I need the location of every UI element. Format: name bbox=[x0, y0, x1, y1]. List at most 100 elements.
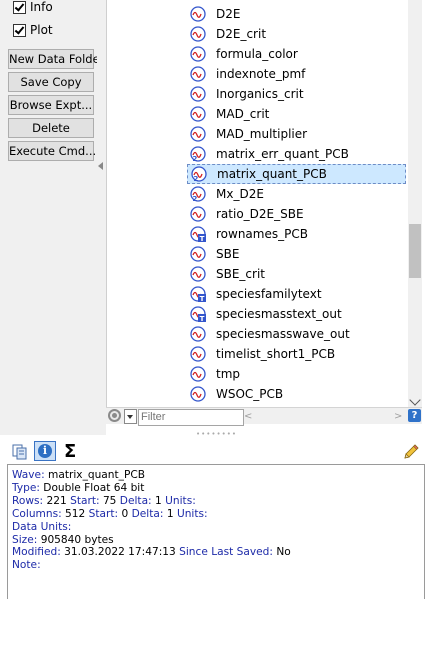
list-item-label: WSOC_PCB bbox=[216, 387, 284, 401]
info-checkbox-label: Info bbox=[30, 0, 53, 14]
gear-icon[interactable] bbox=[108, 409, 121, 422]
svg-text:2: 2 bbox=[194, 175, 199, 182]
resize-grip[interactable]: •••••••• bbox=[196, 430, 237, 438]
svg-text:T: T bbox=[200, 315, 205, 322]
wave-icon bbox=[190, 126, 206, 142]
list-item-label: tmp bbox=[216, 367, 241, 381]
scroll-down-icon[interactable] bbox=[409, 394, 421, 406]
info-line-type: Type: Double Float 64 bit bbox=[12, 481, 145, 494]
list-item-label: ratio_D2E_SBE bbox=[216, 207, 304, 221]
svg-text:T: T bbox=[200, 295, 205, 302]
vertical-scrollbar[interactable] bbox=[408, 0, 422, 407]
plot-checkbox-label: Plot bbox=[30, 23, 53, 37]
statistics-sigma-icon[interactable]: Σ bbox=[64, 441, 76, 465]
list-item-label: MAD_multiplier bbox=[216, 127, 308, 141]
list-item[interactable]: indexnote_pmf bbox=[190, 64, 305, 84]
list-item[interactable]: 2 matrix_quant_PCB bbox=[187, 164, 406, 184]
text-wave-icon: T bbox=[190, 306, 206, 323]
list-item[interactable]: Trownames_PCB bbox=[190, 224, 308, 244]
check-icon[interactable] bbox=[13, 23, 26, 37]
wave-icon bbox=[190, 6, 206, 22]
save-copy-button[interactable]: Save Copy bbox=[8, 72, 94, 92]
left-panel: Info Plot New Data Folder Save Copy Brow… bbox=[0, 0, 104, 435]
matrix-wave-icon: 2 bbox=[190, 186, 206, 203]
delete-button[interactable]: Delete bbox=[8, 118, 94, 138]
matrix-wave-icon: 2 bbox=[191, 166, 207, 183]
wave-icon bbox=[190, 46, 206, 62]
wave-icon bbox=[190, 26, 206, 42]
dropdown-arrow-icon[interactable] bbox=[124, 409, 137, 424]
help-icon[interactable]: ? bbox=[408, 409, 421, 422]
execute-cmd-button[interactable]: Execute Cmd... bbox=[8, 141, 96, 161]
list-item[interactable]: speciesmasswave_out bbox=[190, 324, 350, 344]
list-item-label: Inorganics_crit bbox=[216, 87, 304, 101]
list-item-label: speciesmasstext_out bbox=[216, 307, 342, 321]
browse-expt-button[interactable]: Browse Expt... bbox=[8, 95, 94, 115]
list-item-label: Mx_D2E bbox=[216, 187, 264, 201]
splitter[interactable] bbox=[97, 0, 106, 435]
data-browser-list[interactable]: D2E D2E_crit formula_color indexnote_pmf Ino… bbox=[106, 0, 409, 407]
wave-icon bbox=[190, 246, 206, 262]
wave-icon bbox=[190, 66, 206, 82]
list-item[interactable]: ratio_D2E_SBE bbox=[190, 204, 304, 224]
info-checkbox[interactable]: Info bbox=[13, 0, 53, 16]
wave-icon bbox=[190, 266, 206, 282]
list-item[interactable]: Tspeciesfamilytext bbox=[190, 284, 322, 304]
list-item-label: D2E bbox=[216, 7, 241, 21]
list-item[interactable]: D2E_crit bbox=[190, 24, 266, 44]
copy-icon[interactable] bbox=[12, 444, 28, 460]
list-item[interactable]: Tspeciesmasstext_out bbox=[190, 304, 342, 324]
info-line-size: Size: 905840 bytes bbox=[12, 533, 114, 546]
list-item-label: speciesfamilytext bbox=[216, 287, 322, 301]
collapse-left-icon[interactable] bbox=[98, 162, 103, 170]
text-wave-icon: T bbox=[190, 286, 206, 303]
list-item-label: rownames_PCB bbox=[216, 227, 308, 241]
list-item[interactable]: MAD_crit bbox=[190, 104, 269, 124]
info-line-wave: Wave: matrix_quant_PCB bbox=[12, 469, 146, 481]
list-footer-bar: < > ? bbox=[106, 407, 422, 426]
list-item[interactable]: 2 Mx_D2E bbox=[190, 184, 264, 204]
wave-icon bbox=[190, 206, 206, 222]
list-item[interactable]: formula_color bbox=[190, 44, 298, 64]
wave-icon bbox=[190, 106, 206, 122]
list-item-label: speciesmasswave_out bbox=[216, 327, 350, 341]
wave-icon bbox=[190, 86, 206, 102]
list-item-label: matrix_err_quant_PCB bbox=[216, 147, 349, 161]
list-item[interactable]: timelist_short1_PCB bbox=[190, 344, 335, 364]
filter-input[interactable] bbox=[138, 409, 244, 426]
scrollbar-thumb[interactable] bbox=[409, 224, 421, 278]
plot-checkbox[interactable]: Plot bbox=[13, 21, 53, 39]
list-item-label: SBE_crit bbox=[216, 267, 266, 281]
info-toggle-button[interactable]: i bbox=[34, 441, 56, 461]
scroll-right-icon[interactable]: > bbox=[394, 411, 402, 422]
new-data-folder-button[interactable]: New Data Folder bbox=[8, 49, 104, 69]
info-line-columns: Columns: 512 Start: 0 Delta: 1 Units: bbox=[12, 507, 208, 520]
svg-text:2: 2 bbox=[193, 155, 198, 162]
list-item-label: D2E_crit bbox=[216, 27, 267, 41]
scroll-left-icon[interactable]: < bbox=[244, 411, 252, 422]
list-item[interactable]: Inorganics_crit bbox=[190, 84, 304, 104]
list-item[interactable]: tmp bbox=[190, 364, 240, 384]
list-item-label: indexnote_pmf bbox=[216, 67, 306, 81]
info-icon: i bbox=[38, 444, 52, 458]
list-item-label: formula_color bbox=[216, 47, 298, 61]
list-item[interactable]: 2 matrix_err_quant_PCB bbox=[190, 144, 349, 164]
info-line-rows: Rows: 221 Start: 75 Delta: 1 Units: bbox=[12, 494, 196, 507]
wave-info-panel: Wave: matrix_quant_PCB Type: Double Floa… bbox=[7, 464, 425, 599]
list-item[interactable]: SBE bbox=[190, 244, 239, 264]
list-item[interactable]: WSOC_PCB bbox=[190, 384, 283, 404]
svg-text:T: T bbox=[200, 235, 205, 242]
list-item[interactable]: D2E bbox=[190, 4, 240, 24]
list-item-label: MAD_crit bbox=[216, 107, 270, 121]
check-icon[interactable] bbox=[13, 0, 26, 14]
info-line-data-units: Data Units: bbox=[12, 520, 72, 533]
edit-pencil-icon[interactable] bbox=[402, 443, 420, 461]
wave-icon bbox=[190, 326, 206, 342]
text-wave-icon: T bbox=[190, 226, 206, 243]
list-item-label: timelist_short1_PCB bbox=[216, 347, 336, 361]
list-item-label: SBE bbox=[216, 247, 240, 261]
list-item[interactable]: SBE_crit bbox=[190, 264, 265, 284]
list-item[interactable]: MAD_multiplier bbox=[190, 124, 307, 144]
matrix-wave-icon: 2 bbox=[190, 146, 206, 163]
wave-icon bbox=[190, 386, 206, 402]
